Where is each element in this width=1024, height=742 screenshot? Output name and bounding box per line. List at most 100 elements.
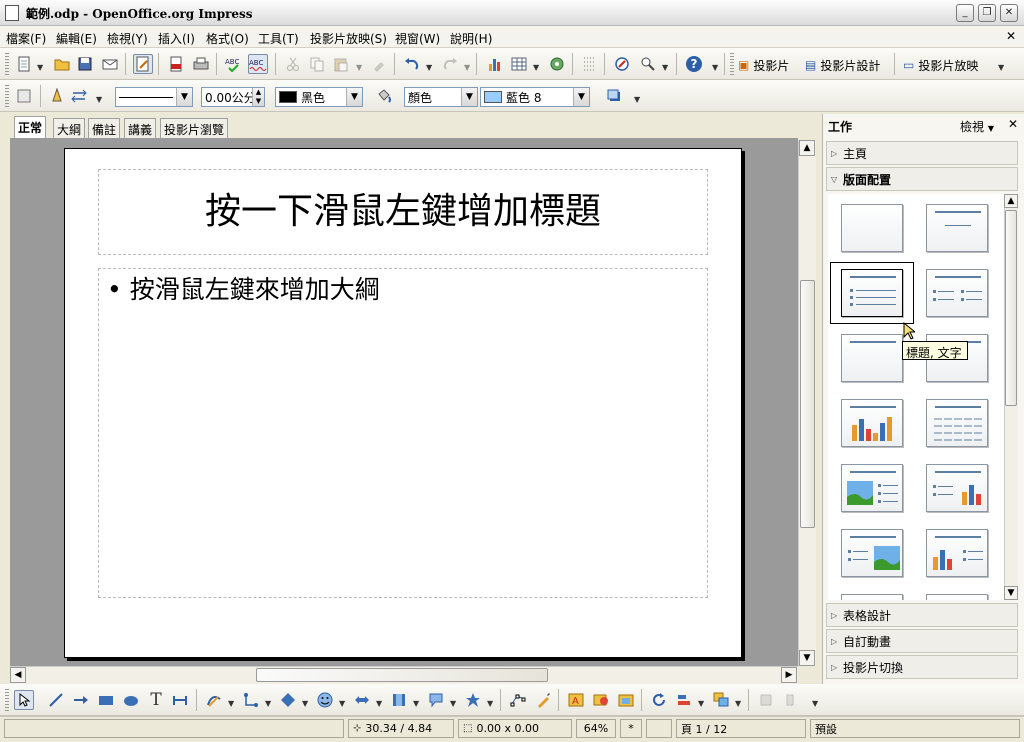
section-slide-transition[interactable]: ▷ 投影片切換 <box>826 655 1018 679</box>
connector-tool-icon[interactable] <box>241 690 261 710</box>
symbol-shapes-icon[interactable] <box>315 690 335 710</box>
toolbar-grip[interactable] <box>5 53 9 75</box>
select-arrow-icon[interactable] <box>14 690 34 710</box>
area-style-select[interactable]: 顏色 ▼ <box>404 87 478 107</box>
layout-title-subtitle[interactable] <box>841 334 903 382</box>
object-properties-icon[interactable] <box>14 86 34 106</box>
layout-title-image-content[interactable] <box>841 464 903 512</box>
spellcheck-icon[interactable]: ABC <box>224 54 244 74</box>
ellipse-tool-icon[interactable] <box>121 690 141 710</box>
menu-edit[interactable]: 編輯(E) <box>56 30 97 47</box>
status-zoom[interactable]: 64% <box>576 719 616 738</box>
print-icon[interactable] <box>191 54 211 74</box>
slideshow-button[interactable]: ▭ 投影片放映 <box>903 56 978 74</box>
close-window-button[interactable]: ✕ <box>1000 4 1018 22</box>
slide-button[interactable]: ▣ 投影片 <box>738 56 789 74</box>
menu-format[interactable]: 格式(O) <box>206 30 249 47</box>
open-folder-icon[interactable] <box>52 54 72 74</box>
layout-scroll-up-button[interactable]: ▲ <box>1004 194 1018 208</box>
slide-canvas[interactable]: 按一下滑鼠左鍵增加標題 • 按滑鼠左鍵來增加大綱 <box>64 148 742 658</box>
menu-help[interactable]: 說明(H) <box>450 30 492 47</box>
minimize-button[interactable]: _ <box>956 4 974 22</box>
navigator-icon[interactable] <box>547 54 567 74</box>
rotate-icon[interactable] <box>649 690 669 710</box>
horizontal-scroll-thumb[interactable] <box>256 668 548 682</box>
flowchart-icon[interactable] <box>389 690 409 710</box>
section-table-design[interactable]: ▷ 表格設計 <box>826 603 1018 627</box>
layout-title-content-image[interactable] <box>841 529 903 577</box>
vertical-scroll-thumb[interactable] <box>800 280 815 528</box>
line-color-select[interactable]: 黑色 ▼ <box>275 87 363 107</box>
outline-placeholder[interactable]: • 按滑鼠左鍵來增加大綱 <box>98 268 708 598</box>
table-icon[interactable] <box>509 54 529 74</box>
glue-points-icon[interactable] <box>533 690 553 710</box>
copy-icon[interactable] <box>307 54 327 74</box>
layout-title-table[interactable] <box>926 399 988 447</box>
zoom-icon[interactable] <box>638 54 658 74</box>
restore-button[interactable]: ❐ <box>978 4 996 22</box>
section-layouts[interactable]: ▽ 版面配置 <box>826 167 1018 191</box>
menu-file[interactable]: 檔案(F) <box>6 30 46 47</box>
rectangle-tool-icon[interactable] <box>96 690 116 710</box>
basic-shapes-icon[interactable] <box>278 690 298 710</box>
tab-notes[interactable]: 備註 <box>88 118 121 138</box>
layout-title-content[interactable] <box>841 269 903 317</box>
layout-blank[interactable] <box>841 204 903 252</box>
scroll-up-button[interactable]: ▲ <box>799 140 815 156</box>
paste-icon[interactable] <box>331 54 351 74</box>
text-tool-icon[interactable]: T <box>146 690 166 710</box>
menu-view[interactable]: 檢視(Y) <box>107 30 148 47</box>
grid-icon[interactable] <box>580 54 600 74</box>
arrow-line-tool-icon[interactable] <box>71 690 91 710</box>
layout-title-only[interactable] <box>926 204 988 252</box>
edit-file-icon[interactable] <box>133 54 153 74</box>
section-master-pages[interactable]: ▷ 主頁 <box>826 141 1018 165</box>
shadow-icon[interactable] <box>604 86 624 106</box>
fit-text-tool-icon[interactable] <box>170 690 190 710</box>
layout-partial-left[interactable] <box>841 594 903 600</box>
area-fill-icon[interactable] <box>374 86 394 106</box>
layout-title-2-content[interactable] <box>926 269 988 317</box>
points-icon[interactable] <box>508 690 528 710</box>
menu-window[interactable]: 視窗(W) <box>395 30 440 47</box>
close-document-icon[interactable]: ✕ <box>1006 29 1016 43</box>
menu-insert[interactable]: 插入(I) <box>158 30 195 47</box>
title-placeholder[interactable]: 按一下滑鼠左鍵增加標題 <box>98 169 708 255</box>
callouts-icon[interactable] <box>426 690 446 710</box>
layout-scroll-thumb[interactable] <box>1005 210 1017 406</box>
task-pane-close-icon[interactable]: ✕ <box>1008 117 1018 131</box>
menu-slideshow[interactable]: 投影片放映(S) <box>310 30 387 47</box>
export-pdf-icon[interactable] <box>166 54 186 74</box>
status-signature[interactable] <box>646 719 672 738</box>
slide-design-button[interactable]: ▤ 投影片設計 <box>805 56 880 74</box>
alignment-icon[interactable] <box>674 690 694 710</box>
layout-title-content-chart[interactable] <box>926 464 988 512</box>
tab-handout[interactable]: 講義 <box>124 118 157 138</box>
insert-image-icon[interactable] <box>591 690 611 710</box>
area-color-select[interactable]: 藍色 8 ▼ <box>480 87 590 107</box>
gallery-icon[interactable] <box>616 690 636 710</box>
line-width-field[interactable]: 0.00公分 ▲ ▼ <box>201 87 265 107</box>
scroll-right-button[interactable]: ▶ <box>781 667 797 683</box>
section-custom-animation[interactable]: ▷ 自訂動畫 <box>826 629 1018 653</box>
toggle-3d-icon[interactable] <box>781 690 801 710</box>
fontwork-icon[interactable]: A <box>566 690 586 710</box>
layout-title-chart-content[interactable] <box>926 529 988 577</box>
save-icon[interactable] <box>75 54 95 74</box>
tab-normal[interactable]: 正常 <box>14 116 47 138</box>
email-icon[interactable] <box>100 54 120 74</box>
layout-partial-right[interactable] <box>926 594 988 600</box>
line-tool-icon[interactable] <box>46 690 66 710</box>
help-icon[interactable]: ? <box>684 54 704 74</box>
arrange-icon[interactable] <box>711 690 731 710</box>
block-arrows-icon[interactable] <box>352 690 372 710</box>
redo-icon[interactable] <box>440 54 460 74</box>
format-paintbrush-icon[interactable] <box>369 54 389 74</box>
task-pane-view-menu[interactable]: 檢視 ▼ <box>960 118 994 135</box>
stars-icon[interactable] <box>463 690 483 710</box>
autospellcheck-icon[interactable]: ABC <box>248 54 268 74</box>
arrow-style-icon[interactable] <box>69 86 89 106</box>
line-style-icon[interactable] <box>47 86 67 106</box>
undo-icon[interactable] <box>402 54 422 74</box>
tab-slide-sorter[interactable]: 投影片瀏覽 <box>160 118 229 138</box>
